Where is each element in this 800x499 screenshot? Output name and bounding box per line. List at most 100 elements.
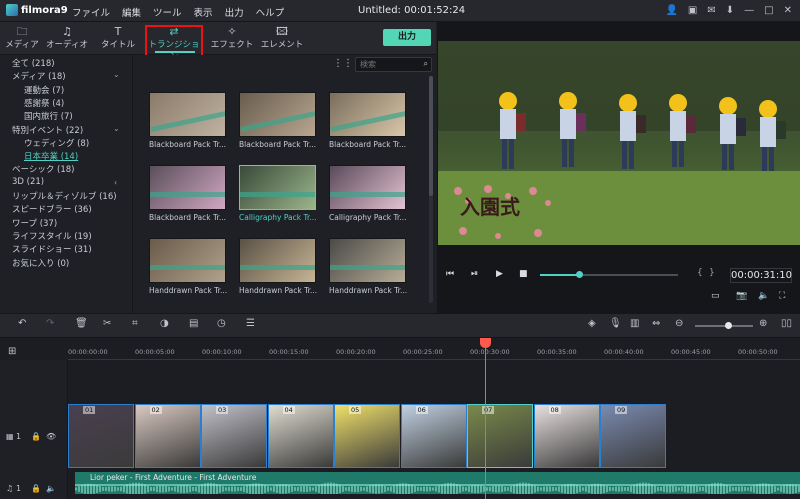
tab-media[interactable]: 🗀 メディア: [0, 26, 44, 52]
transition-label[interactable]: Handdrawn Pack Tr...: [239, 286, 317, 295]
account-icon[interactable]: 👤: [665, 5, 677, 16]
zoom-slider-handle[interactable]: [725, 322, 732, 329]
speaker-icon[interactable]: 🔈: [46, 484, 56, 493]
collapse-sidebar-icon[interactable]: ‹: [114, 178, 117, 187]
search-box[interactable]: ⌕: [355, 57, 432, 72]
previous-frame-icon[interactable]: ⏮: [446, 269, 454, 279]
transition-thumbnail[interactable]: [149, 238, 226, 283]
mail-icon[interactable]: ✉: [707, 5, 715, 16]
delete-icon[interactable]: 🗑: [75, 318, 88, 329]
crop-icon[interactable]: ⌗: [132, 318, 138, 329]
play-pause-icon[interactable]: ⏯: [471, 269, 478, 279]
menu-view[interactable]: 表示: [194, 5, 213, 19]
sidebar-item[interactable]: リップル＆ディゾルブ (16): [12, 190, 117, 202]
sidebar-item[interactable]: スピードブラー (36): [12, 203, 92, 215]
sidebar-item[interactable]: 特別イベント (22): [12, 124, 83, 136]
green-screen-icon[interactable]: ▤: [189, 318, 198, 329]
transition-thumbnail[interactable]: [329, 238, 406, 283]
menu-edit[interactable]: 編集: [122, 5, 141, 19]
playhead-handle[interactable]: [480, 338, 491, 348]
sidebar-item[interactable]: ベーシック (18): [12, 163, 74, 175]
minimize-icon[interactable]: —: [744, 5, 754, 16]
transition-thumbnail[interactable]: [239, 92, 316, 137]
video-clip[interactable]: 08: [533, 404, 600, 468]
sidebar-item[interactable]: ライフスタイル (19): [12, 230, 92, 242]
cut-icon[interactable]: ✂: [103, 318, 111, 329]
sidebar-item[interactable]: 運動会 (7): [24, 84, 64, 96]
save-icon[interactable]: ▣: [688, 5, 697, 16]
fit-timeline-icon[interactable]: ⇔: [652, 318, 660, 329]
grid-view-icon[interactable]: ⋮⋮: [333, 58, 353, 69]
chevron-down-icon[interactable]: ⌄: [113, 124, 120, 133]
fullscreen-icon[interactable]: ⛶: [779, 291, 785, 301]
download-icon[interactable]: ⬇: [726, 5, 734, 16]
marker-icon[interactable]: ◈: [588, 318, 596, 329]
transition-label[interactable]: Blackboard Pack Tr...: [149, 140, 226, 149]
chevron-down-icon[interactable]: ⌄: [113, 70, 120, 79]
zoom-slider-track[interactable]: [695, 325, 753, 327]
eye-icon[interactable]: 👁: [46, 432, 56, 441]
video-clip[interactable]: 09: [600, 404, 666, 468]
video-clip[interactable]: 01: [68, 404, 134, 468]
tab-audio[interactable]: ♫ オーディオ: [45, 26, 89, 52]
sidebar-item[interactable]: メディア (18): [12, 70, 66, 82]
sidebar-item[interactable]: ワープ (37): [12, 217, 57, 229]
zoom-out-icon[interactable]: ⊖: [675, 318, 683, 329]
speed-icon[interactable]: ◷: [217, 318, 226, 329]
menu-file[interactable]: ファイル: [72, 5, 110, 19]
transition-label[interactable]: Handdrawn Pack Tr...: [329, 286, 407, 295]
transition-label[interactable]: Calligraphy Pack Tr...: [329, 213, 407, 222]
stop-icon[interactable]: ■: [519, 269, 528, 279]
transition-thumbnail[interactable]: [149, 165, 226, 210]
search-input[interactable]: [360, 59, 418, 70]
mark-in-icon[interactable]: {: [697, 268, 703, 278]
adjust-icon[interactable]: ☰: [246, 318, 255, 329]
video-clip[interactable]: 03: [201, 404, 267, 468]
render-preview-icon[interactable]: ▭: [711, 291, 720, 301]
undo-icon[interactable]: ↶: [18, 318, 26, 329]
menu-help[interactable]: ヘルプ: [256, 5, 285, 19]
close-icon[interactable]: ✕: [784, 5, 792, 16]
sidebar-item[interactable]: 3D (21): [12, 177, 44, 187]
sidebar-item[interactable]: 日本卒業 (14): [24, 150, 78, 162]
transition-label[interactable]: Blackboard Pack Tr...: [239, 140, 316, 149]
library-scrollbar-thumb[interactable]: [429, 76, 433, 196]
video-clip[interactable]: 04: [267, 404, 334, 468]
tab-effects[interactable]: ✧ エフェクト: [210, 26, 254, 52]
video-clip[interactable]: 06: [400, 404, 467, 468]
lock-icon[interactable]: 🔒: [31, 432, 41, 441]
export-button[interactable]: 出力: [383, 29, 431, 46]
sidebar-item[interactable]: ウェディング (8): [24, 137, 89, 149]
zoom-in-icon[interactable]: ⊕: [759, 318, 767, 329]
sidebar-item[interactable]: 感謝祭 (4): [24, 97, 64, 109]
mark-out-icon[interactable]: }: [709, 268, 715, 278]
video-clip[interactable]: 05: [334, 404, 400, 468]
lock-icon[interactable]: 🔒: [31, 484, 41, 493]
video-clip[interactable]: 02: [134, 404, 201, 468]
menu-export[interactable]: 出力: [225, 5, 244, 19]
transition-thumbnail[interactable]: [239, 165, 316, 210]
transition-thumbnail[interactable]: [329, 92, 406, 137]
transition-label[interactable]: Blackboard Pack Tr...: [149, 213, 226, 222]
transition-label[interactable]: Calligraphy Pack Tr...: [239, 213, 317, 222]
play-icon[interactable]: ▶: [496, 269, 503, 279]
preview-progress-handle[interactable]: [576, 271, 583, 278]
transition-thumbnail[interactable]: [239, 238, 316, 283]
microphone-icon[interactable]: 🎙: [609, 318, 622, 329]
tab-elements[interactable]: 🖾 エレメント: [260, 26, 304, 52]
transition-thumbnail[interactable]: [149, 92, 226, 137]
redo-icon[interactable]: ↷: [46, 318, 54, 329]
sidebar-item[interactable]: お気に入り (0): [12, 257, 69, 269]
track-layout-icon[interactable]: ▯▯: [781, 318, 792, 329]
sidebar-item[interactable]: 全て (218): [12, 57, 55, 69]
transition-label[interactable]: Blackboard Pack Tr...: [329, 140, 406, 149]
sidebar-item[interactable]: スライドショー (31): [12, 243, 92, 255]
add-track-icon[interactable]: ⊞: [8, 346, 16, 357]
sidebar-item[interactable]: 国内旅行 (7): [24, 110, 73, 122]
volume-icon[interactable]: 🔈: [758, 291, 769, 301]
color-icon[interactable]: ◑: [160, 318, 169, 329]
transition-label[interactable]: Handdrawn Pack Tr...: [149, 286, 227, 295]
video-clip[interactable]: 07: [467, 404, 533, 468]
maximize-icon[interactable]: □: [764, 5, 773, 16]
tab-titles[interactable]: T タイトル: [96, 26, 140, 52]
